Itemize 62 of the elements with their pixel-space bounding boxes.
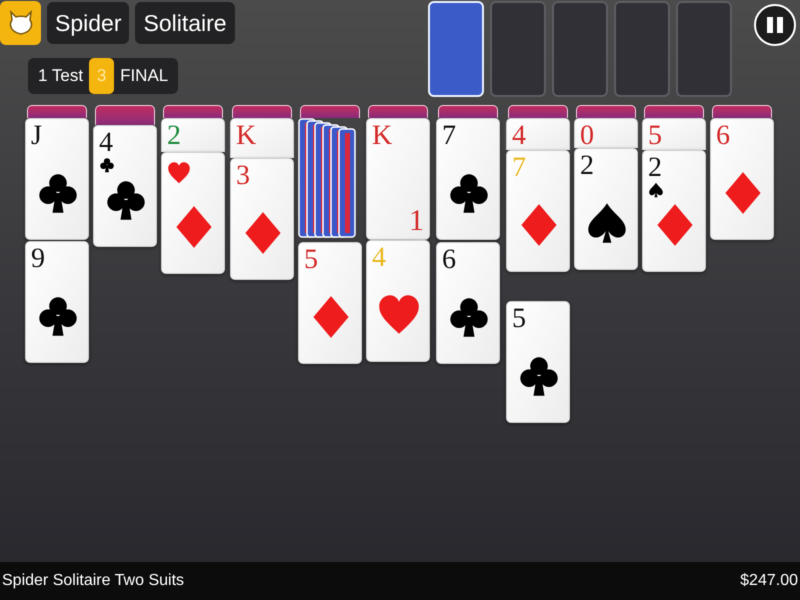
card-rank: 6 — [716, 121, 730, 151]
card-rank: 2 — [167, 121, 181, 151]
card-back — [644, 105, 704, 118]
card-back — [576, 105, 636, 118]
card-rank: 9 — [31, 244, 45, 274]
playing-card[interactable]: 5 — [298, 242, 362, 364]
card-rank: 5 — [304, 245, 318, 275]
card-rank: 2 — [580, 151, 594, 181]
card-rank: 7 — [512, 153, 526, 183]
pause-icon — [765, 15, 785, 35]
playing-card[interactable]: 2 — [161, 118, 225, 152]
score-amount: $247.00 — [740, 571, 798, 591]
card-back — [95, 105, 155, 125]
card-back — [300, 105, 360, 118]
card-rank: 4 — [512, 121, 526, 150]
playing-card[interactable] — [161, 152, 225, 274]
playing-card[interactable]: K — [230, 118, 294, 158]
playing-card[interactable]: 2 — [574, 148, 638, 270]
card-rank: 3 — [236, 161, 250, 191]
game-name: Spider Solitaire Two Suits — [2, 571, 184, 591]
card-rank: 5 — [512, 304, 526, 334]
playing-card[interactable]: 6 — [710, 118, 774, 240]
card-rank: 4 — [99, 128, 113, 158]
card-back — [27, 105, 87, 118]
playing-card[interactable]: 7 — [436, 118, 500, 240]
card-rank: 6 — [442, 245, 456, 275]
title-word: Spider — [47, 2, 130, 44]
level-tag: FINAL — [120, 63, 168, 89]
playing-card[interactable]: 9 — [25, 241, 89, 363]
card-rank: 7 — [442, 121, 456, 151]
level-name: 1 Test — [38, 65, 84, 88]
playing-card[interactable]: 5 — [506, 301, 570, 423]
card-back — [712, 105, 772, 118]
playing-card[interactable]: 6 — [436, 242, 500, 364]
playing-card[interactable]: K 1 — [366, 118, 430, 240]
card-rank: 0 — [580, 121, 594, 148]
title-word: Solitaire — [135, 2, 235, 44]
club-icon — [99, 157, 115, 173]
app-logo[interactable] — [0, 1, 41, 45]
card-back — [232, 105, 292, 118]
playing-card[interactable]: 3 — [230, 158, 294, 280]
card-back — [368, 105, 428, 118]
card-back — [508, 105, 568, 118]
card-back — [163, 105, 223, 118]
pause-button[interactable] — [754, 4, 796, 46]
playing-card[interactable]: 0 — [574, 118, 638, 148]
card-back — [438, 105, 498, 118]
card-rank: K — [236, 121, 256, 151]
level-badge: 3 — [89, 58, 114, 94]
heart-icon — [167, 161, 191, 185]
card-corner-rank: 1 — [409, 205, 424, 237]
playing-card[interactable]: 2 — [642, 150, 706, 272]
card-rank: J — [31, 121, 42, 151]
card-rank: 2 — [648, 153, 662, 183]
card-rank: K — [372, 121, 392, 151]
card-rank: 4 — [372, 243, 386, 273]
card-rank: 5 — [648, 121, 662, 150]
playing-card[interactable]: 4 — [506, 118, 570, 150]
playing-card[interactable]: 5 — [642, 118, 706, 150]
spade-icon — [648, 182, 664, 198]
playing-card[interactable]: 4 — [93, 125, 157, 247]
playing-card[interactable]: J — [25, 118, 89, 240]
